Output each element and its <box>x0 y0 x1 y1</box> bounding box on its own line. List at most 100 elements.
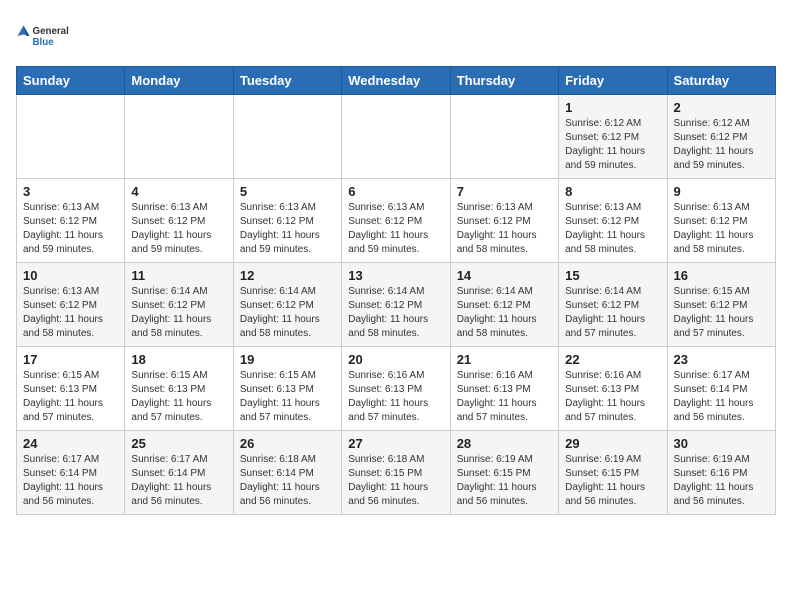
calendar-cell <box>342 95 450 179</box>
calendar-cell <box>233 95 341 179</box>
day-info: Sunrise: 6:14 AM Sunset: 6:12 PM Dayligh… <box>131 285 226 341</box>
calendar-cell: 9Sunrise: 6:13 AM Sunset: 6:12 PM Daylig… <box>667 179 775 263</box>
day-header-saturday: Saturday <box>667 67 775 95</box>
svg-text:Blue: Blue <box>33 37 55 48</box>
day-info: Sunrise: 6:14 AM Sunset: 6:12 PM Dayligh… <box>457 285 552 341</box>
day-info: Sunrise: 6:13 AM Sunset: 6:12 PM Dayligh… <box>23 201 118 257</box>
day-info: Sunrise: 6:13 AM Sunset: 6:12 PM Dayligh… <box>565 201 660 257</box>
calendar-cell: 28Sunrise: 6:19 AM Sunset: 6:15 PM Dayli… <box>450 431 558 515</box>
day-info: Sunrise: 6:13 AM Sunset: 6:12 PM Dayligh… <box>457 201 552 257</box>
calendar-cell: 29Sunrise: 6:19 AM Sunset: 6:15 PM Dayli… <box>559 431 667 515</box>
calendar-cell: 16Sunrise: 6:15 AM Sunset: 6:12 PM Dayli… <box>667 263 775 347</box>
day-info: Sunrise: 6:17 AM Sunset: 6:14 PM Dayligh… <box>23 453 118 509</box>
day-number: 2 <box>674 100 769 115</box>
day-number: 26 <box>240 436 335 451</box>
calendar-week-5: 24 Sunrise: 6:17 AM Sunset: 6:14 PM Dayli… <box>17 431 776 515</box>
day-number: 12 <box>240 268 335 283</box>
day-number: 5 <box>240 184 335 199</box>
calendar-cell: 6Sunrise: 6:13 AM Sunset: 6:12 PM Daylig… <box>342 179 450 263</box>
day-info: Sunrise: 6:18 AM Sunset: 6:14 PM Dayligh… <box>240 453 335 509</box>
calendar-cell: 22 Sunrise: 6:16 AM Sunset: 6:13 PM Dayli… <box>559 347 667 431</box>
day-number: 10 <box>23 268 118 283</box>
calendar-cell: 14 Sunrise: 6:14 AM Sunset: 6:12 PM Dayli… <box>450 263 558 347</box>
day-info: Sunrise: 6:14 AM Sunset: 6:12 PM Dayligh… <box>565 285 660 341</box>
day-number: 17 <box>23 352 118 367</box>
calendar-cell: 10 Sunrise: 6:13 AM Sunset: 6:12 PM Dayli… <box>17 263 125 347</box>
day-number: 4 <box>131 184 226 199</box>
calendar-week-3: 10 Sunrise: 6:13 AM Sunset: 6:12 PM Dayli… <box>17 263 776 347</box>
calendar-week-1: 1 Sunrise: 6:12 AM Sunset: 6:12 PM Daylig… <box>17 95 776 179</box>
day-number: 22 <box>565 352 660 367</box>
calendar-table: SundayMondayTuesdayWednesdayThursdayFrid… <box>16 66 776 515</box>
day-info: Sunrise: 6:13 AM Sunset: 6:12 PM Dayligh… <box>674 201 769 257</box>
calendar-cell: 3 Sunrise: 6:13 AM Sunset: 6:12 PM Daylig… <box>17 179 125 263</box>
day-info: Sunrise: 6:17 AM Sunset: 6:14 PM Dayligh… <box>674 369 769 425</box>
calendar-cell: 15 Sunrise: 6:14 AM Sunset: 6:12 PM Dayli… <box>559 263 667 347</box>
day-info: Sunrise: 6:14 AM Sunset: 6:12 PM Dayligh… <box>240 285 335 341</box>
day-number: 20 <box>348 352 443 367</box>
calendar-header: SundayMondayTuesdayWednesdayThursdayFrid… <box>17 67 776 95</box>
day-info: Sunrise: 6:12 AM Sunset: 6:12 PM Dayligh… <box>565 117 660 173</box>
day-number: 21 <box>457 352 552 367</box>
day-info: Sunrise: 6:16 AM Sunset: 6:13 PM Dayligh… <box>348 369 443 425</box>
calendar-cell: 5 Sunrise: 6:13 AM Sunset: 6:12 PM Daylig… <box>233 179 341 263</box>
day-number: 24 <box>23 436 118 451</box>
calendar-cell: 1 Sunrise: 6:12 AM Sunset: 6:12 PM Daylig… <box>559 95 667 179</box>
day-number: 14 <box>457 268 552 283</box>
day-number: 19 <box>240 352 335 367</box>
day-number: 23 <box>674 352 769 367</box>
calendar-cell: 17 Sunrise: 6:15 AM Sunset: 6:13 PM Dayli… <box>17 347 125 431</box>
day-info: Sunrise: 6:16 AM Sunset: 6:13 PM Dayligh… <box>565 369 660 425</box>
calendar-cell: 20 Sunrise: 6:16 AM Sunset: 6:13 PM Dayli… <box>342 347 450 431</box>
calendar-week-4: 17 Sunrise: 6:15 AM Sunset: 6:13 PM Dayli… <box>17 347 776 431</box>
calendar-cell: 2 Sunrise: 6:12 AM Sunset: 6:12 PM Daylig… <box>667 95 775 179</box>
day-number: 11 <box>131 268 226 283</box>
day-number: 7 <box>457 184 552 199</box>
day-header-wednesday: Wednesday <box>342 67 450 95</box>
day-info: Sunrise: 6:15 AM Sunset: 6:13 PM Dayligh… <box>131 369 226 425</box>
day-number: 15 <box>565 268 660 283</box>
calendar-cell: 11 Sunrise: 6:14 AM Sunset: 6:12 PM Dayli… <box>125 263 233 347</box>
day-info: Sunrise: 6:19 AM Sunset: 6:16 PM Dayligh… <box>674 453 769 509</box>
day-header-tuesday: Tuesday <box>233 67 341 95</box>
calendar-week-2: 3 Sunrise: 6:13 AM Sunset: 6:12 PM Daylig… <box>17 179 776 263</box>
day-info: Sunrise: 6:16 AM Sunset: 6:13 PM Dayligh… <box>457 369 552 425</box>
calendar-cell: 24 Sunrise: 6:17 AM Sunset: 6:14 PM Dayli… <box>17 431 125 515</box>
day-info: Sunrise: 6:15 AM Sunset: 6:13 PM Dayligh… <box>23 369 118 425</box>
day-info: Sunrise: 6:13 AM Sunset: 6:12 PM Dayligh… <box>23 285 118 341</box>
svg-text:General: General <box>33 26 70 37</box>
day-number: 18 <box>131 352 226 367</box>
logo: General Blue <box>16 16 76 56</box>
calendar-cell: 18 Sunrise: 6:15 AM Sunset: 6:13 PM Dayli… <box>125 347 233 431</box>
calendar-cell: 13Sunrise: 6:14 AM Sunset: 6:12 PM Dayli… <box>342 263 450 347</box>
day-header-monday: Monday <box>125 67 233 95</box>
calendar-cell: 23 Sunrise: 6:17 AM Sunset: 6:14 PM Dayli… <box>667 347 775 431</box>
day-number: 13 <box>348 268 443 283</box>
day-header-sunday: Sunday <box>17 67 125 95</box>
logo-svg: General Blue <box>16 16 76 56</box>
calendar-cell: 27 Sunrise: 6:18 AM Sunset: 6:15 PM Dayli… <box>342 431 450 515</box>
day-info: Sunrise: 6:17 AM Sunset: 6:14 PM Dayligh… <box>131 453 226 509</box>
day-info: Sunrise: 6:12 AM Sunset: 6:12 PM Dayligh… <box>674 117 769 173</box>
day-number: 25 <box>131 436 226 451</box>
calendar-cell: 30Sunrise: 6:19 AM Sunset: 6:16 PM Dayli… <box>667 431 775 515</box>
day-number: 3 <box>23 184 118 199</box>
header: General Blue <box>16 16 776 56</box>
day-info: Sunrise: 6:13 AM Sunset: 6:12 PM Dayligh… <box>348 201 443 257</box>
day-info: Sunrise: 6:18 AM Sunset: 6:15 PM Dayligh… <box>348 453 443 509</box>
calendar-cell: 8Sunrise: 6:13 AM Sunset: 6:12 PM Daylig… <box>559 179 667 263</box>
calendar-cell <box>450 95 558 179</box>
day-info: Sunrise: 6:13 AM Sunset: 6:12 PM Dayligh… <box>240 201 335 257</box>
day-number: 28 <box>457 436 552 451</box>
day-number: 1 <box>565 100 660 115</box>
calendar-cell: 12 Sunrise: 6:14 AM Sunset: 6:12 PM Dayli… <box>233 263 341 347</box>
day-header-thursday: Thursday <box>450 67 558 95</box>
day-header-friday: Friday <box>559 67 667 95</box>
calendar-cell: 7 Sunrise: 6:13 AM Sunset: 6:12 PM Daylig… <box>450 179 558 263</box>
calendar-cell: 26 Sunrise: 6:18 AM Sunset: 6:14 PM Dayli… <box>233 431 341 515</box>
day-info: Sunrise: 6:15 AM Sunset: 6:12 PM Dayligh… <box>674 285 769 341</box>
day-number: 27 <box>348 436 443 451</box>
day-number: 29 <box>565 436 660 451</box>
calendar-cell: 19Sunrise: 6:15 AM Sunset: 6:13 PM Dayli… <box>233 347 341 431</box>
calendar-cell <box>125 95 233 179</box>
